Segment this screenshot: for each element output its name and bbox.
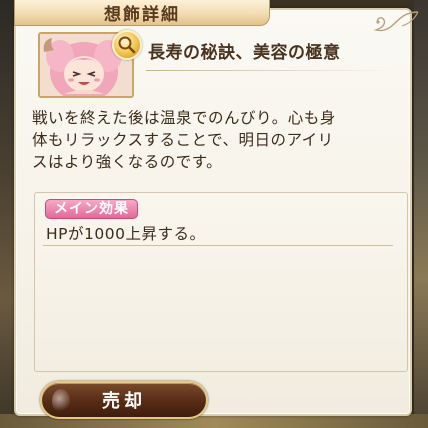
item-name-divider bbox=[146, 70, 396, 71]
item-name: 長寿の秘訣、美容の極意 bbox=[148, 43, 341, 63]
sell-button[interactable]: 売却 bbox=[40, 381, 208, 419]
magnifier-icon bbox=[118, 36, 136, 54]
page-title: 想飾詳細 bbox=[104, 5, 180, 25]
sell-button-label: 売却 bbox=[102, 391, 146, 412]
title-tab: 想飾詳細 bbox=[14, 0, 270, 26]
effect-divider bbox=[43, 245, 393, 246]
detail-button[interactable] bbox=[112, 30, 142, 60]
corner-ornament-icon bbox=[373, 11, 419, 32]
background-right bbox=[414, 0, 428, 428]
item-description: 戦いを終えた後は温泉でのんびり。心も身 体もリラックスすることで、明日のアイリ … bbox=[32, 109, 336, 171]
main-effect-badge: メイン効果 bbox=[45, 199, 138, 219]
main-effect-text: HPが1000上昇する。 bbox=[46, 225, 206, 243]
effect-box[interactable]: メイン効果 HPが1000上昇する。 bbox=[34, 192, 408, 372]
